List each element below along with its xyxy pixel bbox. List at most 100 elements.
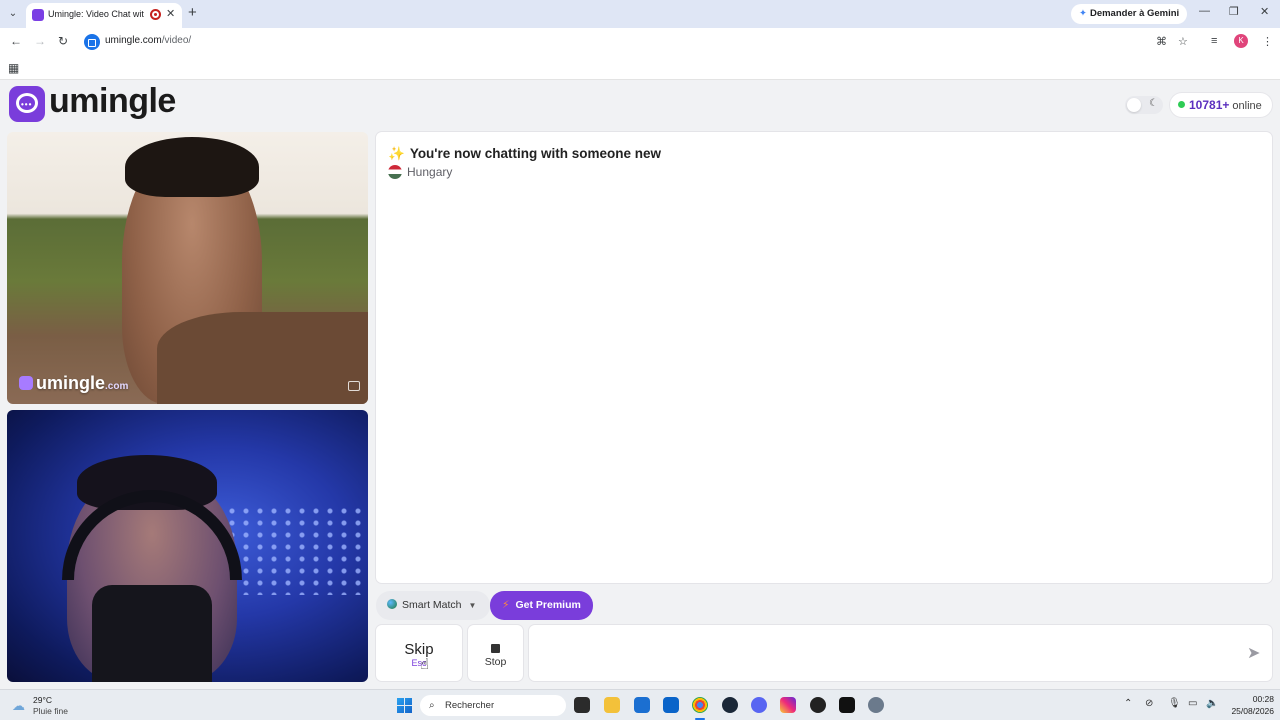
camera-off-icon[interactable]: ⊘	[1145, 698, 1153, 709]
back-icon[interactable]: ←	[10, 34, 22, 48]
skip-shortcut: Esc	[411, 658, 427, 668]
report-flag-icon[interactable]	[348, 381, 360, 391]
umingle-favicon-icon	[32, 9, 44, 21]
watermark-domain: .com	[105, 381, 129, 392]
send-icon[interactable]: ➤	[1247, 643, 1260, 663]
search-icon: ⌕	[429, 700, 435, 711]
chrome-icon[interactable]	[692, 697, 708, 713]
outlook-icon[interactable]	[663, 697, 679, 713]
stranger-country: Hungary	[388, 165, 452, 179]
moon-icon: ☾	[1149, 98, 1158, 109]
system-message-text: You're now chatting with someone new	[409, 146, 662, 161]
stranger-video: umingle.com	[7, 132, 368, 404]
hungary-flag-icon	[388, 165, 402, 179]
task-view-icon[interactable]	[574, 697, 590, 713]
menu-icon[interactable]: ⋮	[1262, 35, 1273, 48]
tab-search-icon[interactable]: ⌄	[4, 5, 22, 23]
system-message: ✨ You're now chatting with someone new	[388, 146, 661, 162]
translate-icon[interactable]: ⌘	[1156, 35, 1167, 48]
country-name: Hungary	[407, 165, 453, 179]
bookmarks-bar: ▦	[0, 56, 1280, 80]
weather-description: Pluie fine	[33, 706, 68, 716]
instagram-icon[interactable]	[780, 697, 796, 713]
url-host: umingle.com	[105, 35, 162, 46]
caret-down-icon: ▼	[468, 601, 477, 610]
dark-mode-toggle[interactable]: ☾	[1125, 96, 1163, 114]
steam-icon[interactable]	[722, 697, 738, 713]
url-path: /video/	[161, 35, 192, 46]
profile-avatar[interactable]: K	[1234, 34, 1248, 48]
skip-button[interactable]: Skip Esc ☝	[376, 625, 462, 681]
message-input[interactable]	[539, 641, 1229, 665]
clock-time: 00:28	[1252, 694, 1274, 704]
toggle-knob	[1127, 98, 1141, 112]
taskbar-search[interactable]: ⌕ Rechercher	[420, 695, 566, 716]
forward-icon[interactable]: →	[34, 34, 46, 48]
smart-match-dropdown[interactable]: Smart Match ▼	[376, 591, 491, 620]
gemini-label: Demander à Gemini	[1089, 8, 1180, 19]
terminal-icon[interactable]	[839, 697, 855, 713]
discord-icon[interactable]	[751, 697, 767, 713]
self-video	[7, 410, 368, 682]
tab-title: Umingle: Video Chat with Strangers	[48, 9, 144, 19]
media-icon[interactable]: ≡	[1211, 35, 1217, 47]
online-label: online	[1232, 100, 1262, 112]
store-icon[interactable]	[634, 697, 650, 713]
rain-cloud-icon: ☁	[12, 698, 25, 713]
chat-panel: ✨ You're now chatting with someone new Hu…	[376, 132, 1272, 583]
browser-toolbar: ← → ↻ umingle.com/video/ ⌘ ☆ ≡ K ⋮	[0, 28, 1280, 56]
globe-icon	[387, 599, 397, 609]
volume-icon[interactable]: 🔈	[1206, 698, 1218, 709]
online-counter: 10781+ online	[1170, 93, 1272, 117]
skip-label: Skip	[404, 641, 434, 658]
new-tab-button[interactable]: +	[188, 4, 197, 21]
message-composer: ➤	[529, 625, 1272, 681]
watermark-logo-icon	[19, 376, 33, 390]
taskbar-search-label: Rechercher	[445, 700, 495, 711]
bolt-icon: ⚡	[502, 599, 510, 611]
stranger-towel	[157, 312, 368, 404]
file-explorer-icon[interactable]	[604, 697, 620, 713]
restore-icon[interactable]: ❐	[1229, 5, 1239, 18]
gemini-button[interactable]: ✦ Demander à Gemini	[1071, 4, 1188, 24]
stop-label: Stop	[484, 656, 507, 668]
window-close-icon[interactable]: ✕	[1260, 5, 1269, 18]
taskbar: ☁ 29°C Pluie fine ⌕ Rechercher ⌃ ⊘ 🎙 ▭ 🔈 …	[0, 689, 1280, 720]
self-tank-top	[92, 585, 212, 682]
taskbar-clock[interactable]: 00:28 25/08/2026	[1226, 694, 1274, 716]
online-count: 10781+	[1189, 98, 1230, 112]
sparkles-icon: ✨	[388, 146, 405, 161]
windows-start-icon[interactable]	[397, 698, 412, 713]
gemini-spark-icon: ✦	[1079, 8, 1087, 19]
recorder-icon[interactable]	[810, 697, 826, 713]
reload-icon[interactable]: ↻	[58, 34, 68, 48]
star-icon[interactable]: ☆	[1178, 35, 1188, 48]
stranger-hair	[125, 137, 259, 197]
mouse-cursor-icon: ☝	[420, 656, 430, 673]
address-bar[interactable]: umingle.com/video/	[80, 31, 1200, 53]
clock-date: 25/08/2026	[1231, 706, 1274, 716]
recording-indicator-icon	[150, 9, 161, 20]
page: ••• umingle ☾ 10781+ online umingle.com ✨…	[0, 81, 1280, 688]
tray-chevron-icon[interactable]: ⌃	[1124, 698, 1132, 709]
video-watermark: umingle.com	[19, 373, 128, 394]
smart-match-label: Smart Match	[402, 599, 462, 611]
tab-close-icon[interactable]: ✕	[166, 7, 175, 20]
browser-tabstrip: ⌄ Umingle: Video Chat with Strangers ✕ +…	[0, 0, 1280, 28]
site-info-icon[interactable]	[84, 34, 100, 50]
minimize-icon[interactable]: —	[1199, 5, 1210, 17]
online-status-dot	[1178, 101, 1185, 108]
stop-button[interactable]: Stop	[468, 625, 523, 681]
stop-icon	[491, 644, 500, 653]
chat-bubble-logo-icon: •••	[9, 86, 45, 122]
url-text: umingle.com/video/	[105, 35, 191, 46]
apps-icon[interactable]: ▦	[8, 61, 19, 75]
get-premium-label: Get Premium	[515, 599, 581, 611]
browser-tab[interactable]: Umingle: Video Chat with Strangers ✕	[26, 3, 182, 28]
weather-temperature: 29°C	[33, 695, 52, 705]
watermark-text: umingle	[36, 373, 106, 393]
settings-gear-icon[interactable]	[868, 697, 884, 713]
network-icon[interactable]: ▭	[1188, 698, 1197, 709]
get-premium-button[interactable]: ⚡ Get Premium	[490, 591, 593, 620]
microphone-icon[interactable]: 🎙	[1168, 698, 1181, 709]
